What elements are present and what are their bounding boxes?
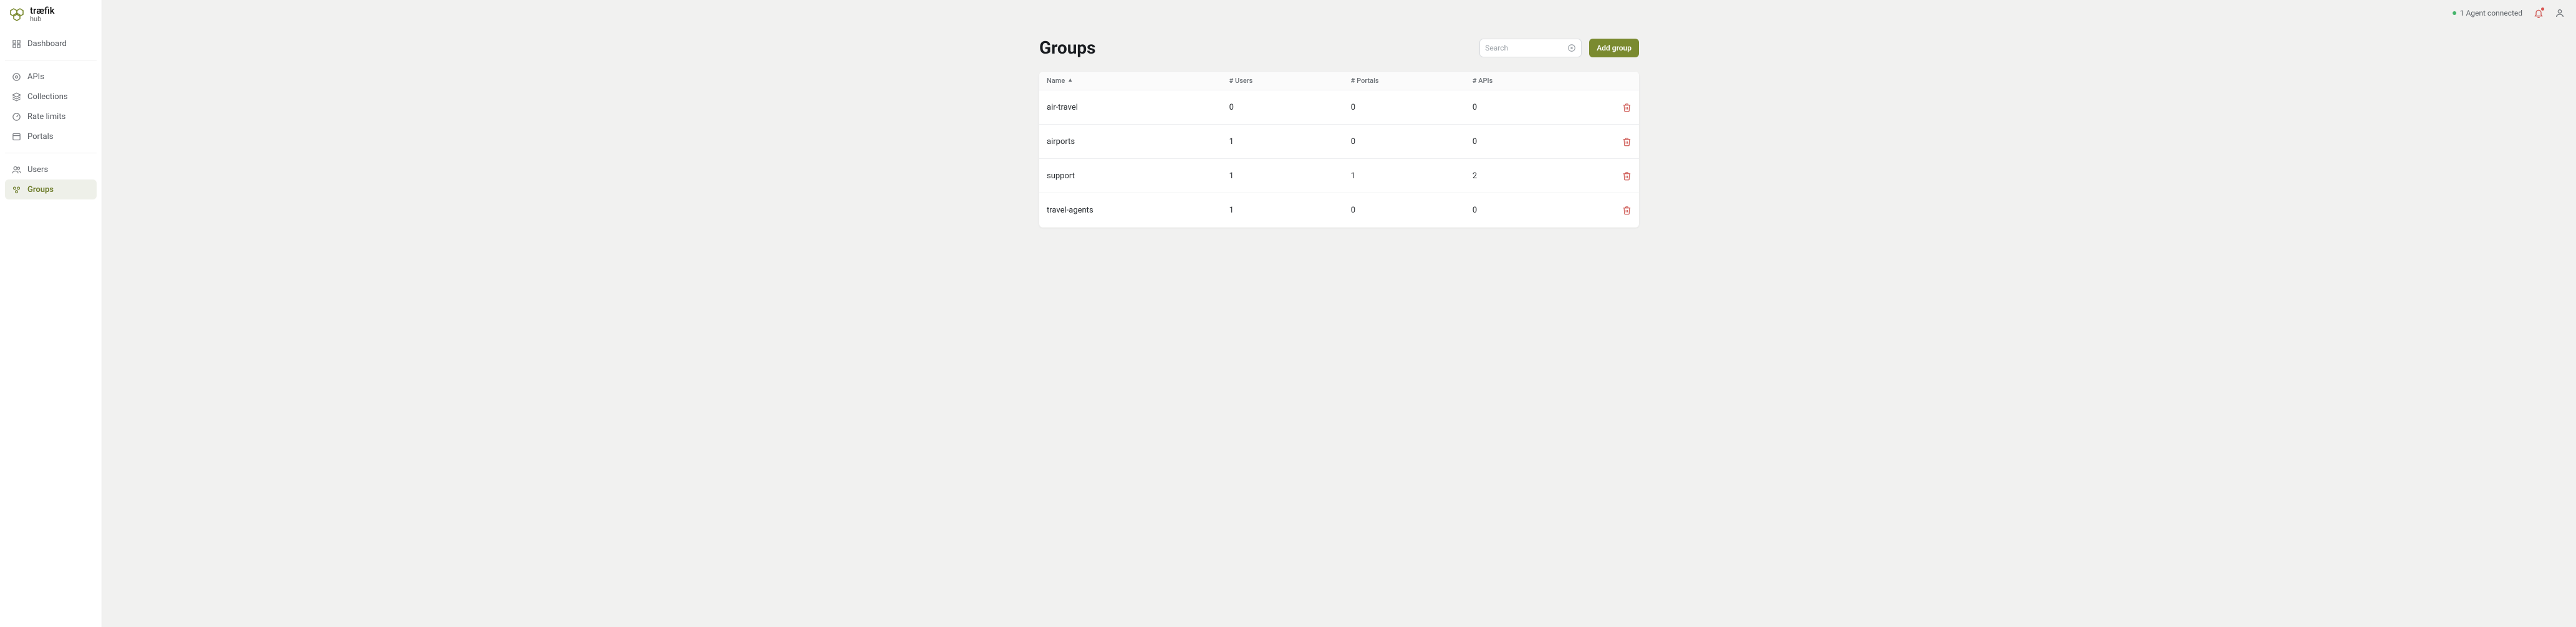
trash-icon: [1622, 206, 1632, 215]
user-icon: [2555, 8, 2565, 18]
nav-label: Dashboard: [27, 39, 67, 49]
account-button[interactable]: [2555, 8, 2565, 18]
cell-portals: 1: [1351, 171, 1473, 181]
sidebar: træfik hub Dashboard APIs Collections: [0, 0, 102, 627]
content: Groups Add group Name ▲: [102, 26, 2576, 627]
nav-label: Rate limits: [27, 112, 65, 122]
nav-dashboard[interactable]: Dashboard: [5, 34, 97, 54]
gauge-icon: [11, 112, 21, 122]
window-icon: [11, 132, 21, 141]
status-dot-icon: [2453, 11, 2456, 15]
nav-apis[interactable]: APIs: [5, 67, 97, 87]
nav-rate-limits[interactable]: Rate limits: [5, 107, 97, 127]
notification-badge-icon: [2541, 7, 2544, 11]
column-apis[interactable]: # APIs: [1473, 77, 1594, 85]
nav-label: Groups: [27, 185, 54, 194]
main: 1 Agent connected Groups: [102, 0, 2576, 627]
groups-icon: [11, 184, 21, 194]
column-label: Name: [1047, 77, 1065, 85]
nav-groups[interactable]: Groups: [5, 179, 97, 199]
column-users[interactable]: # Users: [1229, 77, 1351, 85]
nav-collections[interactable]: Collections: [5, 87, 97, 107]
table-row[interactable]: airports100: [1039, 125, 1639, 159]
nav-label: Collections: [27, 92, 68, 102]
brand-name: træfik hub: [30, 6, 55, 22]
delete-button[interactable]: [1622, 137, 1632, 146]
clear-search-icon[interactable]: [1567, 44, 1576, 52]
sort-ascending-icon: ▲: [1067, 78, 1073, 84]
table-body: air-travel000airports100support112travel…: [1039, 90, 1639, 227]
cell-apis: 0: [1473, 206, 1594, 215]
api-icon: [11, 72, 21, 82]
cell-name: air-travel: [1047, 103, 1229, 112]
page-header: Groups Add group: [1039, 37, 1639, 58]
cell-portals: 0: [1351, 137, 1473, 146]
cell-apis: 0: [1473, 137, 1594, 146]
groups-table: Name ▲ # Users # Portals # APIs air-trav…: [1039, 72, 1639, 227]
cell-apis: 0: [1473, 103, 1594, 112]
grid-icon: [11, 39, 21, 49]
delete-button[interactable]: [1622, 103, 1632, 112]
layers-icon: [11, 92, 21, 102]
brand-logo-icon: [9, 7, 26, 21]
cell-apis: 2: [1473, 171, 1594, 181]
table-row[interactable]: air-travel000: [1039, 90, 1639, 125]
delete-button[interactable]: [1622, 206, 1632, 215]
trash-icon: [1622, 171, 1632, 181]
cell-users: 0: [1229, 103, 1351, 112]
notifications-button[interactable]: [2534, 8, 2544, 18]
nav-users[interactable]: Users: [5, 160, 97, 179]
cell-portals: 0: [1351, 103, 1473, 112]
topbar: 1 Agent connected: [102, 0, 2576, 26]
nav-label: Portals: [27, 132, 53, 141]
column-label: # Users: [1229, 77, 1253, 85]
search-input[interactable]: [1485, 44, 1567, 52]
nav-portals[interactable]: Portals: [5, 127, 97, 146]
column-label: # APIs: [1473, 77, 1492, 85]
brand: træfik hub: [0, 0, 102, 31]
column-portals[interactable]: # Portals: [1351, 77, 1473, 85]
delete-button[interactable]: [1622, 171, 1632, 181]
agent-status[interactable]: 1 Agent connected: [2453, 9, 2522, 17]
trash-icon: [1622, 103, 1632, 112]
nav-label: APIs: [27, 72, 44, 82]
table-row[interactable]: travel-agents100: [1039, 193, 1639, 227]
cell-name: travel-agents: [1047, 206, 1229, 215]
cell-users: 1: [1229, 206, 1351, 215]
cell-users: 1: [1229, 171, 1351, 181]
search-field[interactable]: [1479, 39, 1582, 57]
page-title: Groups: [1039, 37, 1096, 58]
cell-users: 1: [1229, 137, 1351, 146]
cell-portals: 0: [1351, 206, 1473, 215]
add-group-button[interactable]: Add group: [1589, 39, 1639, 57]
table-header: Name ▲ # Users # Portals # APIs: [1039, 72, 1639, 90]
cell-name: support: [1047, 171, 1229, 181]
nav-label: Users: [27, 165, 48, 175]
column-label: # Portals: [1351, 77, 1379, 85]
trash-icon: [1622, 137, 1632, 146]
agent-status-text: 1 Agent connected: [2460, 9, 2522, 17]
cell-name: airports: [1047, 137, 1229, 146]
column-name[interactable]: Name ▲: [1047, 77, 1229, 85]
users-icon: [11, 165, 21, 175]
table-row[interactable]: support112: [1039, 159, 1639, 193]
